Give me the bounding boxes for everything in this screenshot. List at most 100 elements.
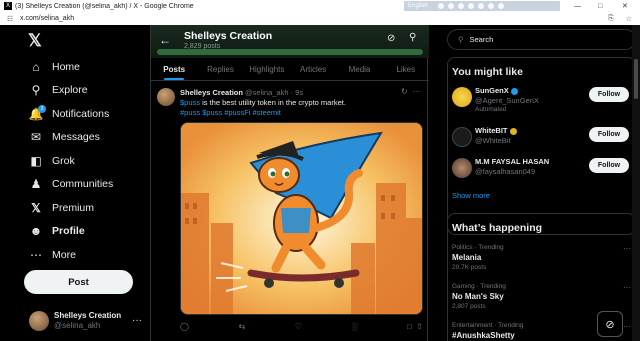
- follow-button[interactable]: Follow: [589, 127, 629, 142]
- mail-icon: ✉: [30, 130, 42, 144]
- avatar[interactable]: [157, 88, 175, 106]
- nav-premium[interactable]: 𝕏 Premium: [28, 199, 94, 217]
- nav-label: Premium: [52, 202, 95, 214]
- nav-grok[interactable]: ◧ Grok: [28, 152, 75, 170]
- profile-header: ← Shelleys Creation 2,829 posts ⊘ ⚲: [151, 25, 429, 58]
- tweet[interactable]: Shelleys Creation @selina_akh · 9s ↻ ···…: [151, 82, 429, 341]
- bookmark-star-icon[interactable]: ☆: [626, 15, 632, 23]
- tab-media[interactable]: Media: [336, 58, 382, 80]
- x-favicon-icon: X: [4, 2, 12, 10]
- nav-label: Explore: [52, 84, 88, 96]
- avatar: [29, 311, 49, 331]
- nav-label: Notifications: [52, 108, 110, 120]
- trend-item[interactable]: Politics · Trending Melania 20.7K posts …: [452, 244, 632, 271]
- tweet-author-name[interactable]: Shelleys Creation: [180, 88, 243, 97]
- suggestion-name: SunGenX: [475, 86, 509, 95]
- show-more-link[interactable]: Show more: [452, 191, 490, 200]
- tab-posts[interactable]: Posts: [151, 58, 197, 80]
- nav-messages[interactable]: ✉ Messages: [28, 128, 100, 146]
- notification-badge: 3: [38, 105, 46, 113]
- url-text[interactable]: x.com/selina_akh: [20, 15, 74, 22]
- suggestion-name-wrap: SunGenX: [475, 86, 518, 95]
- search-icon: ⚲: [458, 35, 464, 44]
- tab-highlights[interactable]: Highlights: [244, 58, 290, 80]
- suggestion-row[interactable]: SunGenX @Agent_SunGenX Automated Follow: [452, 85, 632, 115]
- search-icon[interactable]: ⚲: [409, 32, 416, 43]
- address-bar[interactable]: ☷ x.com/selina_akh ⎘ ☆: [0, 12, 640, 25]
- refresh-icon[interactable]: ↻: [401, 87, 408, 96]
- trend-item[interactable]: Gaming · Trending No Man's Sky 2,807 pos…: [452, 283, 632, 310]
- site-info-icon[interactable]: ☷: [4, 15, 16, 23]
- grok-float-button[interactable]: ⊘: [597, 311, 623, 337]
- nav-label: Messages: [52, 131, 100, 143]
- nav-label: Grok: [52, 155, 75, 167]
- close-window-button[interactable]: ✕: [622, 0, 628, 12]
- nav-home[interactable]: ⌂ Home: [28, 58, 80, 76]
- trend-category: Gaming · Trending: [452, 283, 506, 290]
- scrollbar-thumb[interactable]: [634, 59, 638, 99]
- grok-icon[interactable]: ⊘: [387, 33, 395, 44]
- extension-icon[interactable]: [437, 3, 444, 9]
- extension-icon[interactable]: [447, 3, 454, 9]
- verified-badge-icon: [510, 87, 518, 95]
- automated-label: Automated: [475, 106, 507, 113]
- like-icon[interactable]: ♡: [295, 322, 302, 331]
- tweet-header-icons[interactable]: ↻ ···: [401, 87, 420, 96]
- tab-articles[interactable]: Articles: [290, 58, 336, 80]
- extension-icon[interactable]: [497, 3, 504, 9]
- more-options-icon[interactable]: ···: [623, 322, 631, 331]
- people-icon: ♟: [30, 177, 42, 191]
- suggestion-row[interactable]: WhiteBIT @WhiteBit Follow: [452, 125, 632, 155]
- tweet-handle-time: @selina_akh · 9s: [245, 88, 304, 97]
- search-placeholder: Search: [469, 35, 494, 44]
- nav-explore[interactable]: ⚲ Explore: [28, 81, 88, 99]
- trend-posts: 20.7K posts: [452, 264, 487, 271]
- extension-icon[interactable]: [467, 3, 474, 9]
- avatar[interactable]: [452, 127, 472, 147]
- language-selector[interactable]: English: [408, 3, 428, 9]
- bookmark-share-icons[interactable]: □ ⇧: [407, 322, 423, 331]
- reply-icon[interactable]: ◯: [180, 322, 189, 331]
- page-scrollbar[interactable]: [632, 25, 640, 341]
- back-arrow-icon[interactable]: ←: [159, 33, 171, 47]
- nav-label: Profile: [52, 225, 85, 237]
- nav-profile[interactable]: ☻ Profile: [28, 222, 85, 240]
- suggestion-handle: @faysalhasan049: [475, 167, 536, 176]
- follow-button[interactable]: Follow: [589, 158, 629, 173]
- minimize-button[interactable]: —: [574, 0, 581, 12]
- x-logo-icon[interactable]: 𝕏: [28, 31, 42, 51]
- left-navigation: 𝕏 ⌂ Home ⚲ Explore 🔔 3 Notifications ✉ Me…: [0, 25, 150, 341]
- more-options-icon[interactable]: ···: [132, 315, 142, 326]
- tab-likes[interactable]: Likes: [383, 58, 429, 80]
- cashtag-link[interactable]: $puss: [180, 98, 200, 107]
- suggestion-row[interactable]: M.M FAYSAL HASAN @faysalhasan049 Follow: [452, 156, 632, 186]
- grok-icon: ◧: [30, 154, 42, 168]
- account-name: Shelleys Creation: [54, 311, 122, 320]
- retweet-icon[interactable]: ⇆: [239, 322, 246, 331]
- follow-button[interactable]: Follow: [589, 87, 629, 102]
- tweet-image[interactable]: [180, 122, 423, 315]
- search-input[interactable]: ⚲ Search: [447, 29, 636, 50]
- more-options-icon[interactable]: ···: [412, 87, 420, 96]
- tweet-text: $puss is the best utility token in the c…: [180, 98, 420, 118]
- post-button[interactable]: Post: [24, 270, 133, 294]
- post-count: 2,829 posts: [184, 43, 221, 50]
- extension-icon[interactable]: [487, 3, 494, 9]
- avatar[interactable]: [452, 87, 472, 107]
- account-switcher[interactable]: Shelleys Creation @selina_akh ···: [29, 311, 142, 331]
- more-options-icon[interactable]: ···: [623, 283, 631, 292]
- tab-replies[interactable]: Replies: [197, 58, 243, 80]
- extension-icon[interactable]: [477, 3, 484, 9]
- tweet-actions: ◯ ⇆ ♡ ░ □ ⇧: [180, 322, 423, 331]
- install-app-icon[interactable]: ⎘: [608, 15, 614, 23]
- nav-notifications[interactable]: 🔔 3 Notifications: [28, 105, 109, 123]
- maximize-button[interactable]: □: [598, 0, 602, 12]
- nav-more[interactable]: ⋯ More: [28, 246, 76, 264]
- extension-icon[interactable]: [457, 3, 464, 9]
- avatar[interactable]: [452, 158, 472, 178]
- more-options-icon[interactable]: ···: [623, 244, 631, 253]
- nav-communities[interactable]: ♟ Communities: [28, 175, 114, 193]
- views-icon[interactable]: ░: [352, 322, 358, 331]
- extension-toolbar[interactable]: English: [404, 1, 560, 11]
- hashtag-links[interactable]: #puss $puss #pussFi #steemit: [180, 108, 281, 117]
